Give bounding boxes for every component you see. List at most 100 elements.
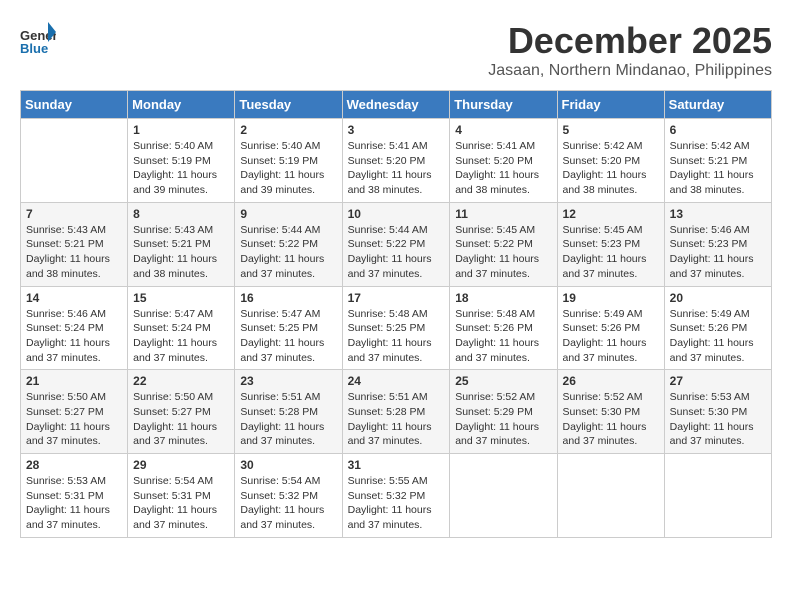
day-number: 24 [348,374,445,388]
day-number: 3 [348,123,445,137]
calendar-cell: 24 Sunrise: 5:51 AM Sunset: 5:28 PM Dayli… [342,370,450,454]
svg-text:Blue: Blue [20,41,48,56]
calendar-cell: 6 Sunrise: 5:42 AM Sunset: 5:21 PM Daylig… [664,119,771,203]
calendar-cell: 2Sunrise: 5:40 AM Sunset: 5:19 PM Daylig… [235,119,342,203]
day-number: 13 [670,207,766,221]
day-info: Sunrise: 5:48 AM Sunset: 5:26 PM Dayligh… [455,307,551,366]
day-info: Sunrise: 5:43 AM Sunset: 5:21 PM Dayligh… [26,223,122,282]
calendar-cell: 25 Sunrise: 5:52 AM Sunset: 5:29 PM Dayli… [450,370,557,454]
logo: General Blue [20,20,56,56]
calendar-cell [21,119,128,203]
day-number: 27 [670,374,766,388]
day-info: Sunrise: 5:42 AM Sunset: 5:20 PM Dayligh… [563,139,659,198]
calendar-cell: 31Sunrise: 5:55 AM Sunset: 5:32 PM Dayli… [342,454,450,538]
day-number: 14 [26,291,122,305]
day-info: Sunrise: 5:40 AM Sunset: 5:19 PM Dayligh… [133,139,229,198]
calendar-cell: 21 Sunrise: 5:50 AM Sunset: 5:27 PM Dayli… [21,370,128,454]
day-number: 31 [348,458,445,472]
day-number: 9 [240,207,336,221]
day-info: Sunrise: 5:41 AM Sunset: 5:20 PM Dayligh… [455,139,551,198]
day-number: 30 [240,458,336,472]
day-info: Sunrise: 5:49 AM Sunset: 5:26 PM Dayligh… [563,307,659,366]
calendar-cell: 18Sunrise: 5:48 AM Sunset: 5:26 PM Dayli… [450,286,557,370]
day-number: 6 [670,123,766,137]
day-info: Sunrise: 5:49 AM Sunset: 5:26 PM Dayligh… [670,307,766,366]
calendar-cell: 7Sunrise: 5:43 AM Sunset: 5:21 PM Daylig… [21,202,128,286]
calendar-body: 1Sunrise: 5:40 AM Sunset: 5:19 PM Daylig… [21,119,772,538]
day-number: 29 [133,458,229,472]
calendar-cell: 14Sunrise: 5:46 AM Sunset: 5:24 PM Dayli… [21,286,128,370]
page-header: General Blue December 2025 Jasaan, North… [20,20,772,80]
day-info: Sunrise: 5:44 AM Sunset: 5:22 PM Dayligh… [348,223,445,282]
calendar-cell: 9 Sunrise: 5:44 AM Sunset: 5:22 PM Daylig… [235,202,342,286]
day-info: Sunrise: 5:40 AM Sunset: 5:19 PM Dayligh… [240,139,336,198]
day-number: 5 [563,123,659,137]
month-title: December 2025 [488,20,772,62]
day-info: Sunrise: 5:53 AM Sunset: 5:31 PM Dayligh… [26,474,122,533]
calendar-cell: 29 Sunrise: 5:54 AM Sunset: 5:31 PM Dayli… [128,454,235,538]
calendar-cell: 26 Sunrise: 5:52 AM Sunset: 5:30 PM Dayli… [557,370,664,454]
calendar-cell: 1Sunrise: 5:40 AM Sunset: 5:19 PM Daylig… [128,119,235,203]
weekday-sunday: Sunday [21,91,128,119]
day-info: Sunrise: 5:48 AM Sunset: 5:25 PM Dayligh… [348,307,445,366]
day-number: 10 [348,207,445,221]
calendar-cell: 23 Sunrise: 5:51 AM Sunset: 5:28 PM Dayli… [235,370,342,454]
calendar-table: SundayMondayTuesdayWednesdayThursdayFrid… [20,90,772,538]
day-number: 28 [26,458,122,472]
day-info: Sunrise: 5:50 AM Sunset: 5:27 PM Dayligh… [133,390,229,449]
day-number: 16 [240,291,336,305]
day-info: Sunrise: 5:46 AM Sunset: 5:23 PM Dayligh… [670,223,766,282]
calendar-week-2: 7Sunrise: 5:43 AM Sunset: 5:21 PM Daylig… [21,202,772,286]
calendar-week-1: 1Sunrise: 5:40 AM Sunset: 5:19 PM Daylig… [21,119,772,203]
day-info: Sunrise: 5:52 AM Sunset: 5:29 PM Dayligh… [455,390,551,449]
day-info: Sunrise: 5:54 AM Sunset: 5:31 PM Dayligh… [133,474,229,533]
day-info: Sunrise: 5:50 AM Sunset: 5:27 PM Dayligh… [26,390,122,449]
day-number: 12 [563,207,659,221]
day-info: Sunrise: 5:47 AM Sunset: 5:25 PM Dayligh… [240,307,336,366]
title-area: December 2025 Jasaan, Northern Mindanao,… [488,20,772,80]
calendar-cell: 5 Sunrise: 5:42 AM Sunset: 5:20 PM Daylig… [557,119,664,203]
day-number: 21 [26,374,122,388]
calendar-cell: 27 Sunrise: 5:53 AM Sunset: 5:30 PM Dayli… [664,370,771,454]
day-number: 26 [563,374,659,388]
weekday-thursday: Thursday [450,91,557,119]
day-info: Sunrise: 5:41 AM Sunset: 5:20 PM Dayligh… [348,139,445,198]
calendar-week-5: 28 Sunrise: 5:53 AM Sunset: 5:31 PM Dayli… [21,454,772,538]
day-number: 25 [455,374,551,388]
calendar-cell: 8 Sunrise: 5:43 AM Sunset: 5:21 PM Daylig… [128,202,235,286]
day-info: Sunrise: 5:51 AM Sunset: 5:28 PM Dayligh… [240,390,336,449]
day-info: Sunrise: 5:51 AM Sunset: 5:28 PM Dayligh… [348,390,445,449]
day-number: 23 [240,374,336,388]
calendar-cell [664,454,771,538]
day-info: Sunrise: 5:53 AM Sunset: 5:30 PM Dayligh… [670,390,766,449]
calendar-cell: 28 Sunrise: 5:53 AM Sunset: 5:31 PM Dayli… [21,454,128,538]
weekday-monday: Monday [128,91,235,119]
day-info: Sunrise: 5:44 AM Sunset: 5:22 PM Dayligh… [240,223,336,282]
calendar-cell: 13 Sunrise: 5:46 AM Sunset: 5:23 PM Dayli… [664,202,771,286]
calendar-cell: 3 Sunrise: 5:41 AM Sunset: 5:20 PM Daylig… [342,119,450,203]
calendar-cell [450,454,557,538]
calendar-cell: 11Sunrise: 5:45 AM Sunset: 5:22 PM Dayli… [450,202,557,286]
calendar-cell: 15 Sunrise: 5:47 AM Sunset: 5:24 PM Dayli… [128,286,235,370]
day-info: Sunrise: 5:52 AM Sunset: 5:30 PM Dayligh… [563,390,659,449]
weekday-header-row: SundayMondayTuesdayWednesdayThursdayFrid… [21,91,772,119]
day-number: 8 [133,207,229,221]
weekday-saturday: Saturday [664,91,771,119]
day-number: 20 [670,291,766,305]
day-number: 4 [455,123,551,137]
day-info: Sunrise: 5:43 AM Sunset: 5:21 PM Dayligh… [133,223,229,282]
weekday-friday: Friday [557,91,664,119]
day-info: Sunrise: 5:45 AM Sunset: 5:23 PM Dayligh… [563,223,659,282]
day-info: Sunrise: 5:47 AM Sunset: 5:24 PM Dayligh… [133,307,229,366]
calendar-week-4: 21 Sunrise: 5:50 AM Sunset: 5:27 PM Dayli… [21,370,772,454]
day-number: 22 [133,374,229,388]
day-info: Sunrise: 5:54 AM Sunset: 5:32 PM Dayligh… [240,474,336,533]
day-number: 15 [133,291,229,305]
calendar-cell: 4 Sunrise: 5:41 AM Sunset: 5:20 PM Daylig… [450,119,557,203]
day-number: 11 [455,207,551,221]
calendar-cell: 30 Sunrise: 5:54 AM Sunset: 5:32 PM Dayli… [235,454,342,538]
weekday-tuesday: Tuesday [235,91,342,119]
day-info: Sunrise: 5:42 AM Sunset: 5:21 PM Dayligh… [670,139,766,198]
calendar-cell: 17Sunrise: 5:48 AM Sunset: 5:25 PM Dayli… [342,286,450,370]
calendar-cell: 10 Sunrise: 5:44 AM Sunset: 5:22 PM Dayli… [342,202,450,286]
